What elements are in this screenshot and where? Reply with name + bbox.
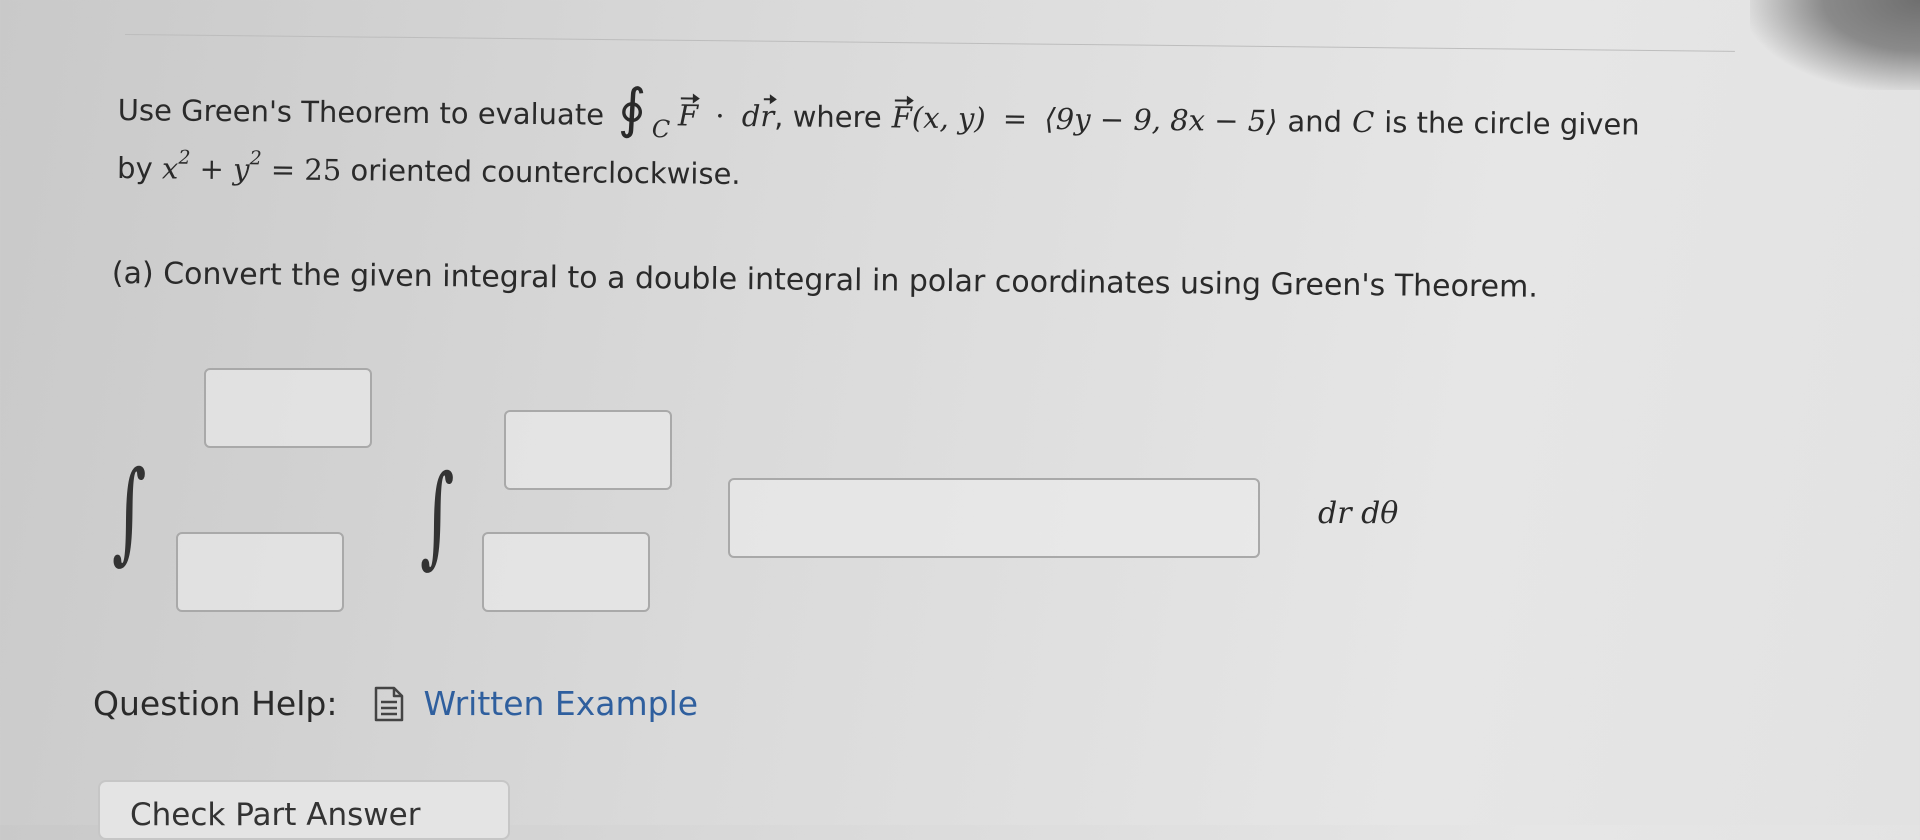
inner-lower-limit-input[interactable] xyxy=(482,532,650,612)
outer-integral-sign: ∫ xyxy=(112,447,147,575)
x-variable: x xyxy=(161,151,179,186)
question-help: Question Help: Written Example xyxy=(93,684,698,723)
by-text: by xyxy=(116,150,153,186)
vector-F-def: F xyxy=(892,97,913,137)
outer-upper-limit-input[interactable] xyxy=(204,368,372,448)
inner-upper-limit-input[interactable] xyxy=(504,410,672,490)
circle-text: is the circle given xyxy=(1384,105,1640,142)
written-example-text[interactable]: Written Example xyxy=(423,684,698,723)
check-part-answer-button[interactable]: Check Part Answer xyxy=(98,780,510,840)
and-text: and xyxy=(1287,104,1343,139)
divider xyxy=(124,34,1735,52)
problem-statement: Use Green's Theorem to evaluate ∮ C F · … xyxy=(116,77,1908,205)
contour-integral-symbol: ∮ xyxy=(617,76,647,141)
contour-subscript: C xyxy=(651,115,671,144)
x-exponent: 2 xyxy=(178,146,191,170)
corner-shadow xyxy=(1750,0,1920,90)
circle-equation: x2 + y2 = 25 xyxy=(161,147,351,188)
field-expression: ⟨9y − 9, 8x − 5⟩ xyxy=(1044,101,1278,139)
equals-sign: = xyxy=(1002,101,1028,136)
vector-F: F xyxy=(678,95,699,135)
outer-lower-limit-input[interactable] xyxy=(176,532,344,612)
inner-integral-sign: ∫ xyxy=(420,451,455,579)
problem-line-1: Use Green's Theorem to evaluate ∮ C F · … xyxy=(117,77,1907,157)
question-help-label: Question Help: xyxy=(93,684,338,723)
problem-line-2: by x2 + y2 = 25 oriented counterclockwis… xyxy=(116,147,1907,205)
intro-text: Use Green's Theorem to evaluate xyxy=(117,92,605,132)
dot-operator: · xyxy=(715,98,725,133)
plus-sign: + xyxy=(199,151,225,187)
document-icon xyxy=(375,686,404,721)
curve-name: C xyxy=(1351,104,1375,140)
vector-r: r xyxy=(760,96,774,136)
where-text: , where xyxy=(774,99,882,135)
y-exponent: 2 xyxy=(249,147,262,170)
part-a-prompt: (a) Convert the given integral to a doub… xyxy=(111,256,1539,305)
integrand-input[interactable] xyxy=(728,478,1260,558)
differentials-label: dr dθ xyxy=(1318,496,1399,531)
contour-integral: ∮ C xyxy=(614,77,673,146)
field-arguments: (x, y) xyxy=(911,100,986,136)
equation-rhs: = 25 xyxy=(270,152,342,188)
differential-d: d xyxy=(741,98,761,134)
orientation-text: oriented counterclockwise. xyxy=(350,153,741,191)
written-example-link[interactable]: Written Example xyxy=(373,684,698,723)
y-variable: y xyxy=(232,152,250,187)
